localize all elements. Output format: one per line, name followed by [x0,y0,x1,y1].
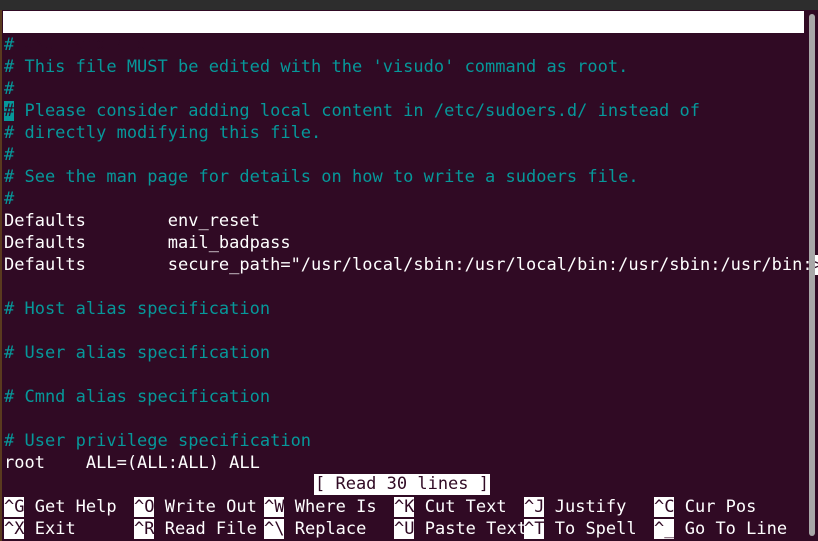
shortcut-label: Write Out [164,497,257,517]
comment-line: # directly modifying this file. [4,122,804,144]
shortcut-label: Cur Pos [684,497,757,517]
shortcut-key: ^W [264,497,285,517]
comment-line: # [4,188,804,210]
line-text: Defaults mail_badpass [4,233,291,253]
shortcut-exit[interactable]: ^X Exit [4,518,76,540]
line-text: # User privilege specification [4,431,312,451]
comment-line: # Please consider adding local content i… [4,100,804,122]
shortcut-label: Cut Text [424,497,507,517]
shortcut-get-help[interactable]: ^G Get Help [4,496,117,518]
shortcut-key: ^U [394,519,415,539]
line-text: # [4,79,15,99]
line-text: # [4,35,15,55]
comment-line: # User privilege specification [4,430,804,452]
line-text: # directly modifying this file. [4,123,322,143]
shortcut-key: ^\ [264,519,285,539]
shortcut-key: ^X [4,519,25,539]
shortcut-write-out[interactable]: ^O Write Out [134,496,257,518]
shortcut-key: ^K [394,497,415,517]
line-text: Defaults env_reset [4,211,260,231]
shortcut-label: Paste Text [424,519,528,539]
shortcut-label: Justify [554,497,627,517]
shortcut-where-is[interactable]: ^W Where Is [264,496,377,518]
shortcut-justify[interactable]: ^J Justify [524,496,626,518]
shortcut-label: Go To Line [684,519,788,539]
shortcut-label: Read File [164,519,257,539]
line-text: Please consider adding local content in … [14,101,700,121]
nano-title-bar: GNU nano 4.8 /etc/sudoers.tmp [3,11,804,76]
shortcut-bar: ^G Get Help ^O Write Out ^W Where Is ^K Cut… [4,496,804,540]
shortcut-paste-text[interactable]: ^U Paste Text [394,518,527,540]
window-left-edge [0,10,2,541]
scrollbar[interactable] [809,14,815,536]
code-line: Defaults mail_badpass [4,232,804,254]
line-text: root ALL=(ALL:ALL) ALL [4,453,260,473]
shortcut-cut-text[interactable]: ^K Cut Text [394,496,507,518]
comment-line: # Host alias specification [4,298,804,320]
line-text: # [4,189,15,209]
shortcut-key: ^R [134,519,155,539]
shortcut-row-2: ^X Exit ^R Read File ^\ Replace ^U Paste Te… [4,518,804,540]
code-line: Defaults secure_path="/usr/local/sbin:/u… [4,254,818,276]
window-top-strip [0,0,818,10]
comment-line: # User alias specification [4,342,804,364]
line-text: Defaults secure_path="/usr/local/sbin:/u… [4,255,813,275]
text-cursor: # [4,101,15,121]
shortcut-key: ^C [654,497,675,517]
status-message: [ Read 30 lines ] [314,474,490,495]
comment-line: # [4,78,804,100]
line-text: # This file MUST be edited with the 'vis… [4,57,629,77]
code-line: root ALL=(ALL:ALL) ALL [4,452,804,474]
line-text: # Cmnd alias specification [4,387,271,407]
shortcut-to-spell[interactable]: ^T To Spell [524,518,637,540]
shortcut-key: ^O [134,497,155,517]
shortcut-cur-pos[interactable]: ^C Cur Pos [654,496,756,518]
editor-text-area[interactable]: # # This file MUST be edited with the 'vi… [4,34,818,474]
comment-line: # See the man page for details on how to… [4,166,804,188]
shortcut-key: ^G [4,497,25,517]
shortcut-label: To Spell [554,519,637,539]
code-line: Defaults env_reset [4,210,804,232]
comment-line: # Cmnd alias specification [4,386,804,408]
comment-line: # This file MUST be edited with the 'vis… [4,56,804,78]
comment-line: # [4,144,804,166]
shortcut-label: Where Is [294,497,377,517]
shortcut-key: ^_ [654,519,675,539]
comment-line: # [4,34,804,56]
shortcut-label: Exit [34,519,76,539]
line-text: # See the man page for details on how to… [4,167,639,187]
shortcut-row-1: ^G Get Help ^O Write Out ^W Where Is ^K Cut… [4,496,804,518]
shortcut-go-to-line[interactable]: ^_ Go To Line [654,518,787,540]
shortcut-label: Replace [294,519,367,539]
shortcut-key: ^J [524,497,545,517]
shortcut-read-file[interactable]: ^R Read File [134,518,257,540]
line-text: # Host alias specification [4,299,271,319]
line-text: # [4,145,15,165]
shortcut-label: Get Help [34,497,117,517]
line-text: # User alias specification [4,343,271,363]
shortcut-replace[interactable]: ^\ Replace [264,518,366,540]
shortcut-key: ^T [524,519,545,539]
